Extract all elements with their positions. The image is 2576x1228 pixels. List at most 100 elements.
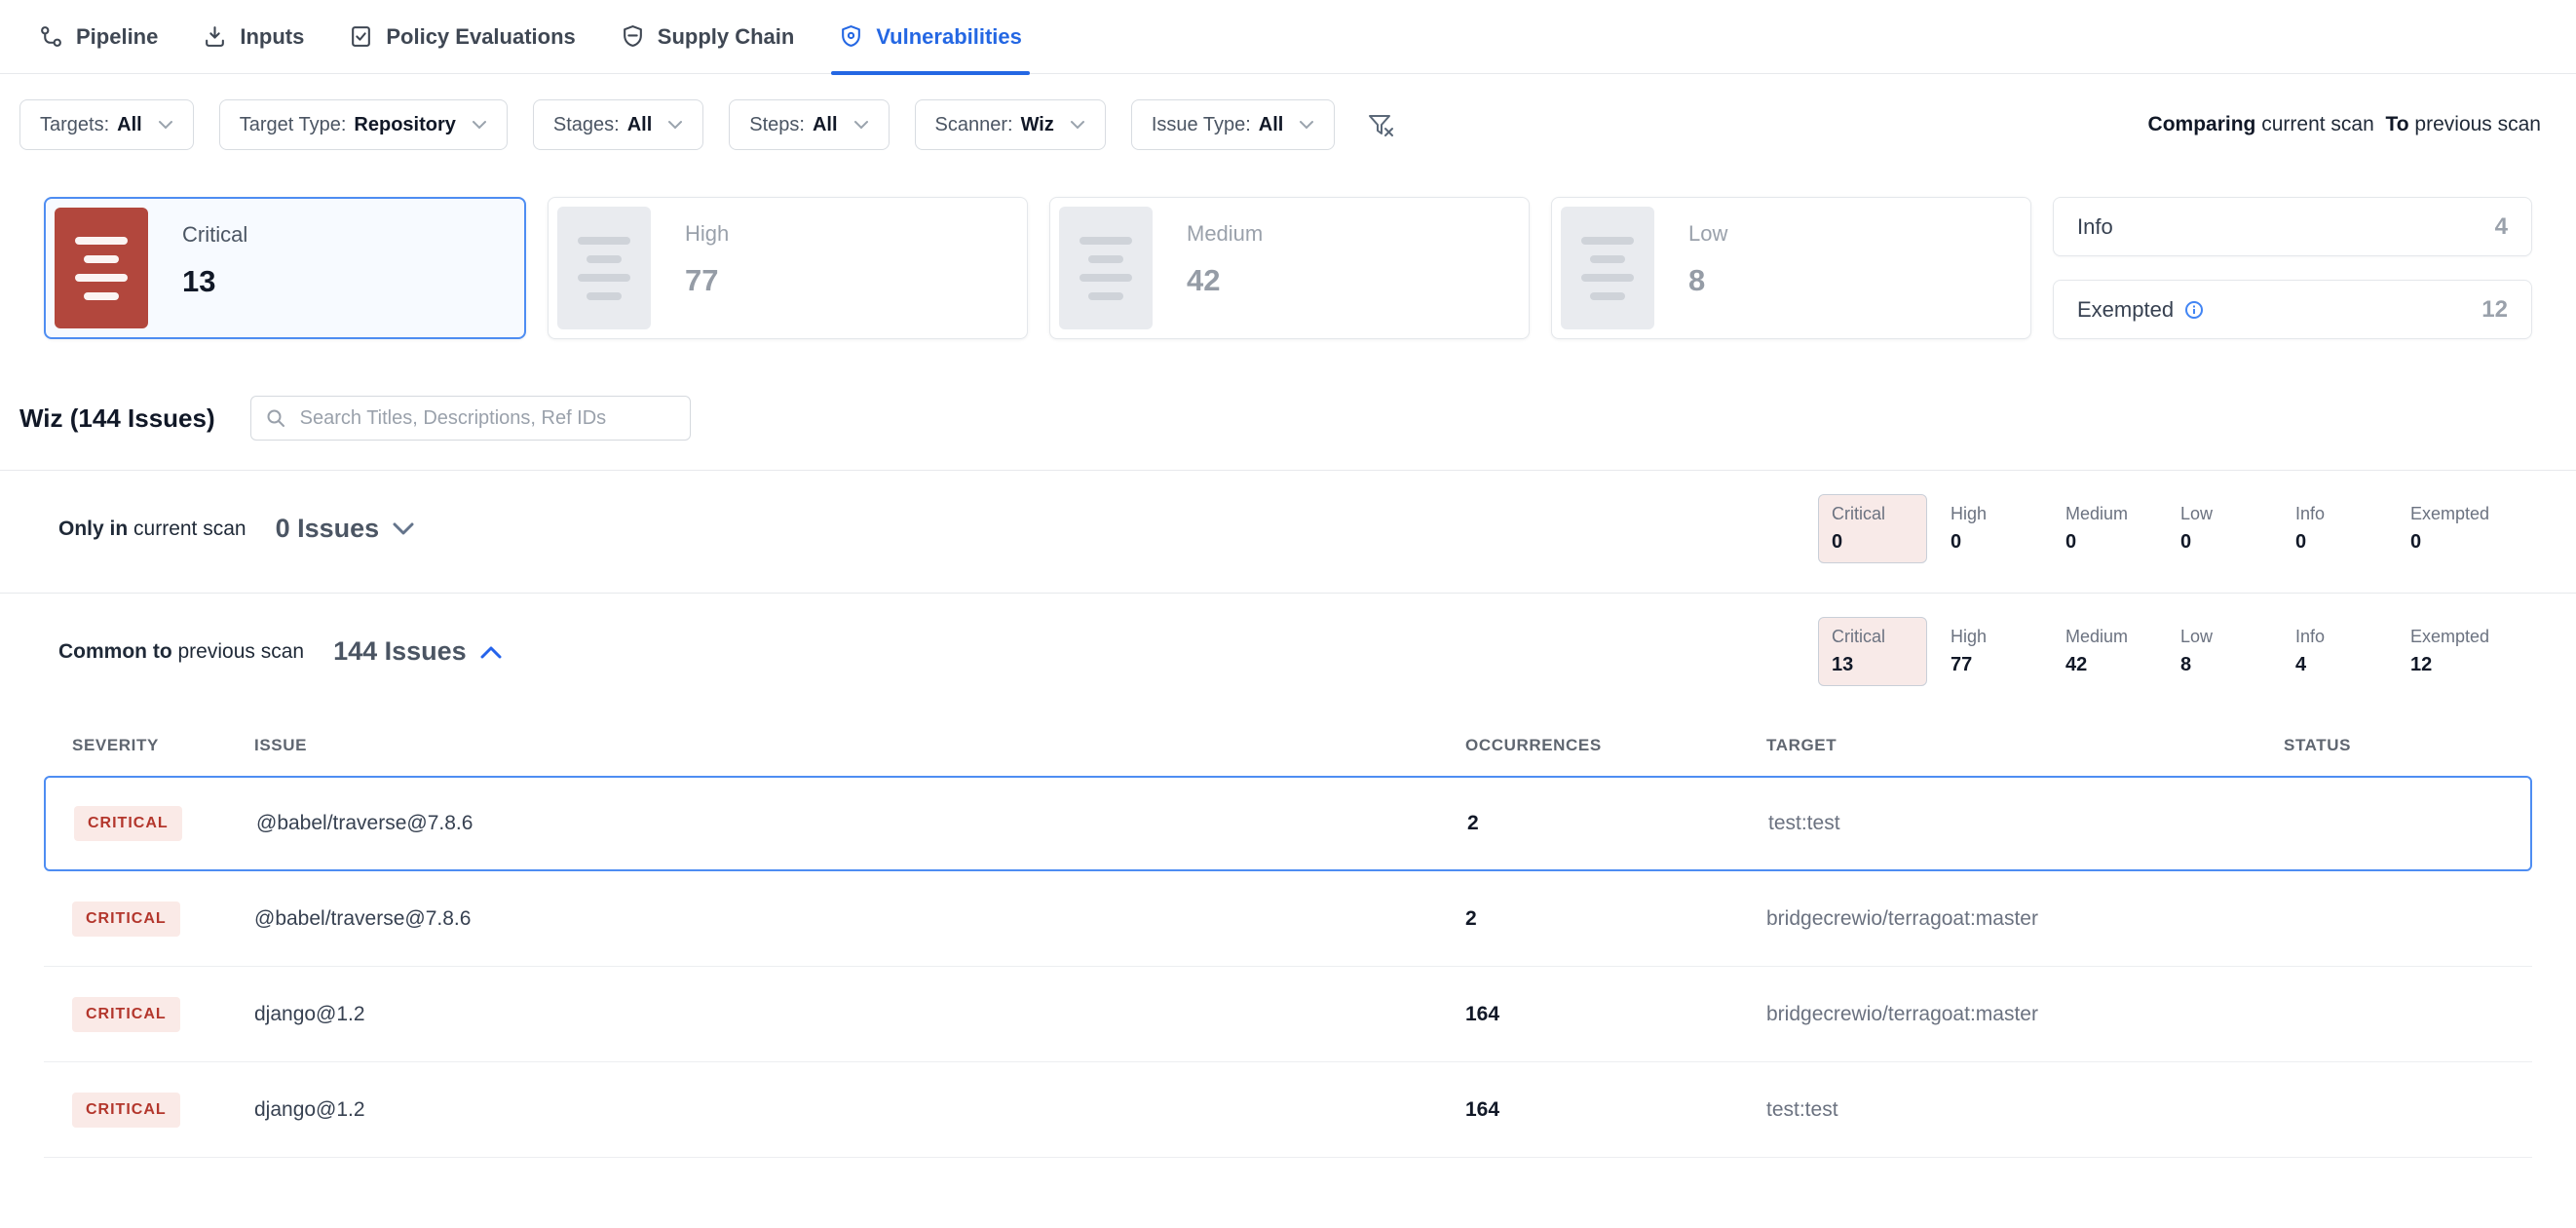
count-label: Critical [1832,504,1913,524]
filter-stages[interactable]: Stages: All [533,99,703,150]
count-chip-high[interactable]: High 77 [1951,627,2065,676]
group-issues-count: 144 Issues [333,636,467,667]
count-chip-critical[interactable]: Critical 13 [1818,617,1927,686]
chevron-down-icon [393,522,414,536]
filter-issue-type[interactable]: Issue Type: All [1131,99,1335,150]
filter-scanner[interactable]: Scanner: Wiz [915,99,1106,150]
severity-card-label: Low [1688,221,1727,247]
column-header-target: TARGET [1766,736,2284,755]
filter-value: All [813,114,838,136]
severity-card-critical[interactable]: Critical 13 [44,197,526,339]
count-chip-medium[interactable]: Medium 0 [2065,504,2180,554]
severity-card-medium[interactable]: Medium 42 [1049,197,1530,339]
tab-supply-chain[interactable]: Supply Chain [621,0,795,74]
severity-card-low[interactable]: Low 8 [1551,197,2031,339]
target-cell: bridgecrewio/terragoat:master [1766,907,2284,931]
to-label: To [2385,113,2408,135]
count-chip-info[interactable]: Info 4 [2295,627,2410,676]
count-value: 0 [2295,531,2410,554]
top-tab-bar: Pipeline Inputs Policy Evaluations Suppl… [0,0,2576,74]
search-icon [265,407,286,429]
issue-cell: @babel/traverse@7.8.6 [254,907,1465,931]
filter-targets[interactable]: Targets: All [19,99,194,150]
target-cell: test:test [1768,812,2286,835]
column-header-issue: ISSUE [254,736,1465,755]
pipeline-icon [39,24,63,49]
occurrences-cell: 2 [1467,812,1768,835]
group-label-bold: Common to [58,640,172,663]
tab-vulnerabilities[interactable]: Vulnerabilities [839,0,1022,74]
table-row[interactable]: CRITICAL django@1.2 164 bridgecrewio/ter… [44,967,2532,1062]
filter-target-type[interactable]: Target Type: Repository [219,99,508,150]
filter-label: Issue Type: [1152,114,1251,136]
count-label: High [1951,627,2065,647]
table-row[interactable]: CRITICAL django@1.2 164 test:test [44,1062,2532,1158]
list-icon [557,207,651,329]
target-cell: test:test [1766,1098,2284,1122]
count-label: Medium [2065,504,2180,524]
scanner-section-header: Wiz (144 Issues) [19,396,2576,441]
severity-badge: CRITICAL [72,902,180,937]
count-chip-medium[interactable]: Medium 42 [2065,627,2180,676]
occurrences-cell: 164 [1465,1098,1766,1122]
current-scan-label: current scan [2261,113,2374,135]
info-circle-icon [2184,300,2204,320]
filter-value: All [1259,114,1284,136]
tab-inputs[interactable]: Inputs [203,0,304,74]
target-cell: bridgecrewio/terragoat:master [1766,1003,2284,1026]
filter-label: Target Type: [240,114,347,136]
issues-search-box[interactable] [250,396,691,441]
count-value: 13 [1832,654,1913,676]
count-label: Exempted [2410,504,2525,524]
count-value: 42 [2065,654,2180,676]
search-input[interactable] [298,406,676,431]
chevron-down-icon [1070,120,1085,130]
count-chip-low[interactable]: Low 8 [2180,627,2295,676]
filter-steps[interactable]: Steps: All [729,99,889,150]
table-row[interactable]: CRITICAL @babel/traverse@7.8.6 2 bridgec… [44,871,2532,967]
filter-value: Repository [354,114,455,136]
group-issues-toggle[interactable]: 144 Issues [333,636,502,667]
count-value: 0 [1951,531,2065,554]
count-chip-info[interactable]: Info 0 [2295,504,2410,554]
table-row[interactable]: CRITICAL @babel/traverse@7.8.6 2 test:te… [44,776,2532,871]
count-chip-low[interactable]: Low 0 [2180,504,2295,554]
severity-card-info[interactable]: Info 4 [2053,197,2532,256]
table-header-row: SEVERITY ISSUE OCCURRENCES TARGET STATUS [44,715,2532,776]
severity-badge: CRITICAL [72,997,180,1032]
issue-cell: @babel/traverse@7.8.6 [256,812,1467,835]
count-label: Info [2295,627,2410,647]
group-severity-counts: Critical 0 High 0 Medium 0 Low 0 Info 0 … [1818,494,2525,563]
count-chip-exempted[interactable]: Exempted 12 [2410,627,2525,676]
count-label: High [1951,504,2065,524]
count-value: 0 [1832,531,1913,554]
count-chip-critical[interactable]: Critical 0 [1818,494,1927,563]
list-icon [1561,207,1654,329]
chevron-down-icon [667,120,683,130]
count-chip-high[interactable]: High 0 [1951,504,2065,554]
count-value: 77 [1951,654,2065,676]
count-chip-exempted[interactable]: Exempted 0 [2410,504,2525,554]
severity-card-value: 77 [685,263,729,298]
severity-card-exempted[interactable]: Exempted 12 [2053,280,2532,339]
tab-label: Supply Chain [658,24,795,50]
group-issues-toggle[interactable]: 0 Issues [276,514,415,544]
count-label: Exempted [2410,627,2525,647]
count-value: 0 [2065,531,2180,554]
tab-policy-evaluations[interactable]: Policy Evaluations [349,0,575,74]
group-only-in-current-scan: Only in current scan 0 Issues Critical 0… [0,471,2576,587]
severity-card-high[interactable]: High 77 [548,197,1028,339]
severity-card-value: 42 [1187,263,1263,298]
chevron-down-icon [158,120,173,130]
count-label: Medium [2065,627,2180,647]
filter-label: Targets: [40,114,109,136]
secondary-severity-column: Info 4 Exempted 12 [2053,197,2532,339]
previous-scan-label: previous scan [2414,113,2541,135]
tab-pipeline[interactable]: Pipeline [39,0,158,74]
clear-filters-icon[interactable] [1366,110,1395,139]
group-common-to-previous-scan: Common to previous scan 144 Issues Criti… [0,594,2576,710]
group-severity-counts: Critical 13 High 77 Medium 42 Low 8 Info… [1818,617,2525,686]
comparing-label: Comparing [2148,113,2256,135]
issues-table: SEVERITY ISSUE OCCURRENCES TARGET STATUS… [44,715,2532,1158]
group-issues-count: 0 Issues [276,514,380,544]
